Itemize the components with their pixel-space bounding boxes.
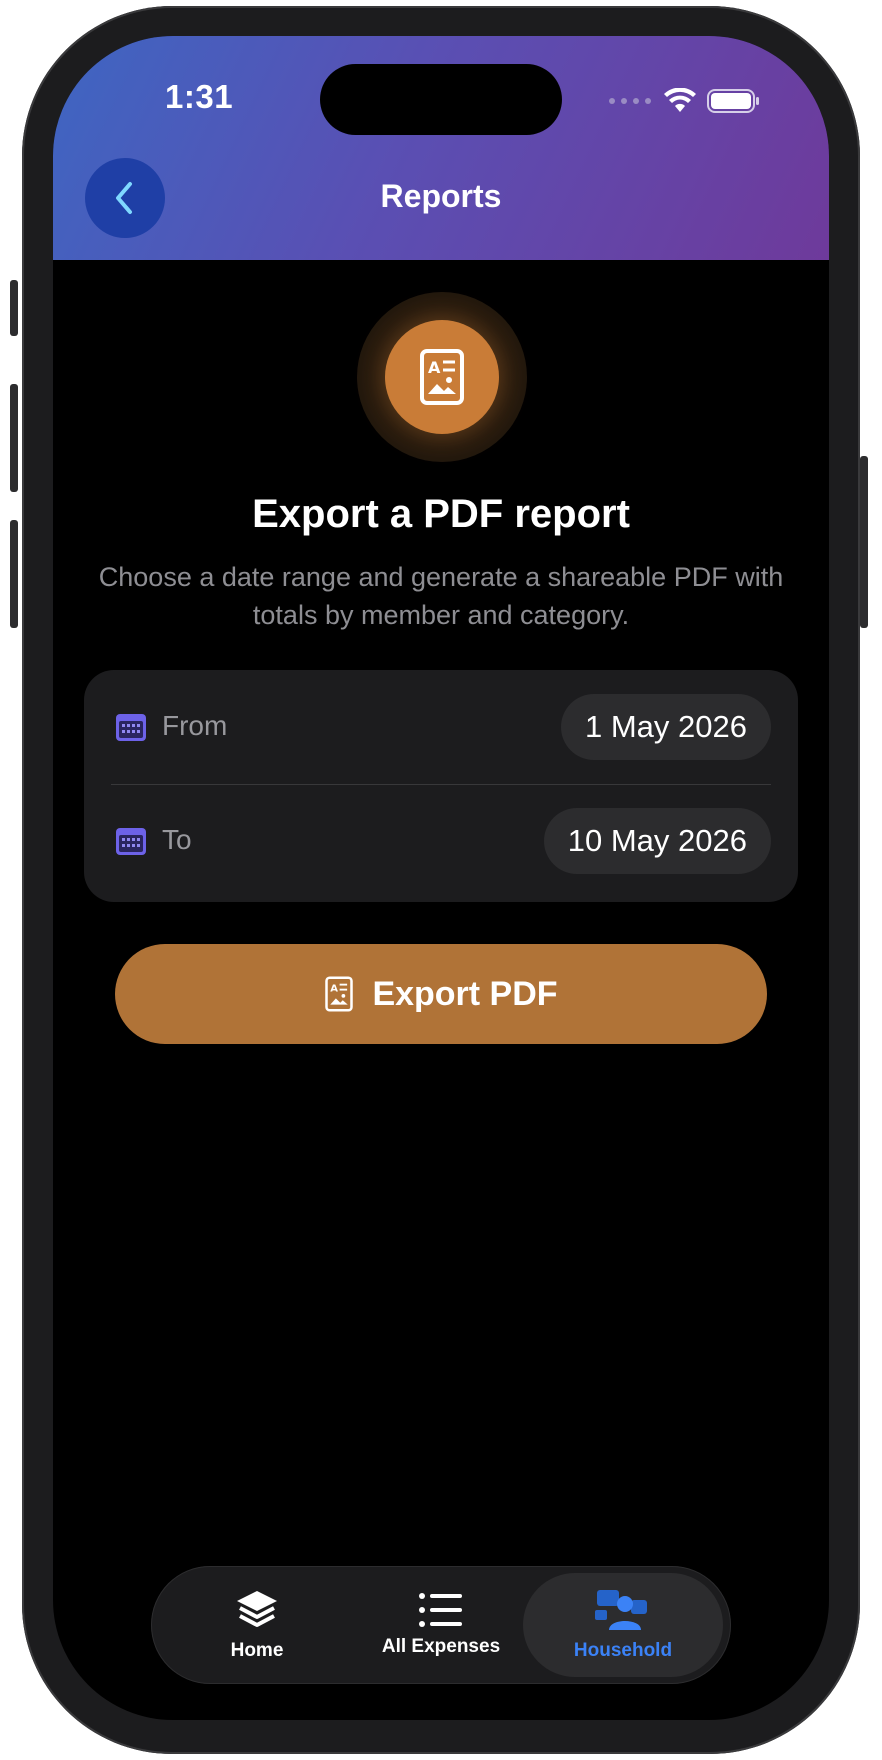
from-label: From [162, 710, 228, 741]
status-time: 1:31 [165, 78, 234, 115]
report-description: Choose a date range and generate a share… [98, 562, 784, 630]
tab-household[interactable]: Household [523, 1573, 723, 1677]
list-icon [419, 1593, 462, 1627]
calendar-icon [116, 828, 146, 855]
date-range-card: From 1 May 2026 To 10 May 2026 [84, 670, 798, 902]
tab-household-label: Household [573, 1640, 673, 1661]
page-title: Reports [380, 178, 502, 214]
svg-text:A: A [331, 984, 339, 995]
calendar-icon [116, 714, 146, 741]
action-button [10, 280, 18, 336]
hero-icon-circle: A [385, 320, 499, 434]
layers-icon [237, 1591, 277, 1627]
cellular-signal-icon [609, 98, 651, 104]
people-icon [595, 1590, 647, 1630]
battery-icon [707, 89, 759, 113]
tab-home[interactable]: Home [167, 1566, 347, 1684]
nav-header: 1:31 Reports [53, 36, 829, 260]
svg-text:A: A [428, 358, 441, 377]
screen: 1:31 Reports A Export a PDF report Choos… [53, 36, 829, 1720]
status-indicators [609, 86, 761, 116]
export-pdf-button[interactable]: A Export PDF [115, 944, 767, 1044]
report-title: Export a PDF report [252, 492, 630, 536]
to-label: To [162, 824, 192, 855]
tab-bar: Home All Expenses Household [151, 1566, 731, 1684]
power-button [860, 456, 868, 628]
report-document-icon: A [325, 976, 354, 1012]
export-pdf-label: Export PDF [372, 974, 558, 1013]
from-date-picker[interactable]: 1 May 2026 [561, 694, 771, 760]
to-date-picker[interactable]: 10 May 2026 [543, 808, 771, 874]
tab-all-expenses[interactable]: All Expenses [351, 1566, 531, 1684]
volume-up-button [10, 384, 18, 492]
to-row[interactable]: To 10 May 2026 [84, 784, 798, 898]
report-document-icon: A [420, 349, 464, 405]
from-row[interactable]: From 1 May 2026 [84, 670, 798, 784]
tab-all-expenses-label: All Expenses [381, 1636, 501, 1657]
volume-down-button [10, 520, 18, 628]
dynamic-island [320, 64, 562, 135]
tab-home-label: Home [230, 1640, 284, 1661]
wifi-icon [664, 88, 696, 112]
